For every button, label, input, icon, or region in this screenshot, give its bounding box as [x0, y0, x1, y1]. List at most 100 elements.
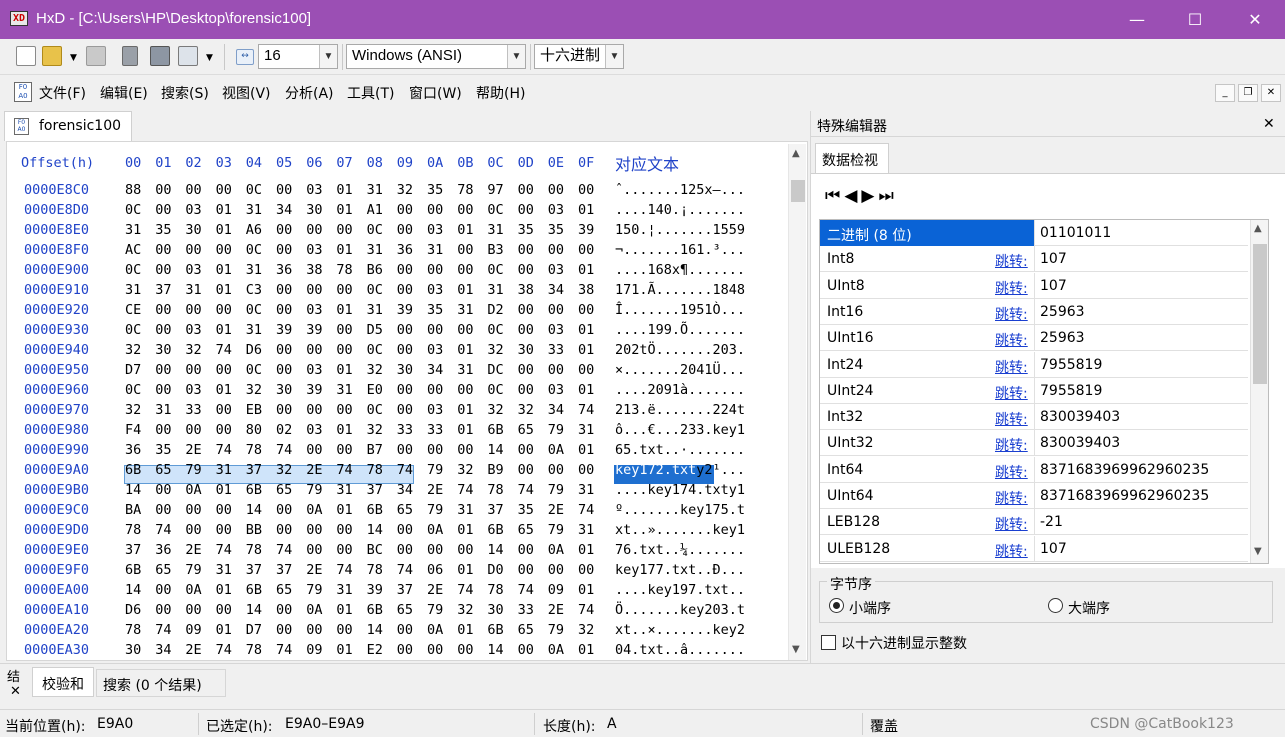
hex-byte[interactable]: 31 [246, 322, 268, 338]
hex-byte[interactable]: 01 [457, 622, 479, 638]
hex-byte[interactable]: 00 [397, 402, 419, 418]
hex-byte[interactable]: 00 [397, 642, 419, 658]
hex-byte[interactable]: 0C [487, 322, 509, 338]
hex-byte[interactable]: 09 [548, 582, 570, 598]
hex-byte[interactable]: 32 [518, 402, 540, 418]
hex-byte[interactable]: 14 [487, 642, 509, 658]
hex-byte[interactable]: 03 [548, 202, 570, 218]
hex-byte[interactable]: 00 [336, 342, 358, 358]
hex-byte[interactable]: 14 [246, 502, 268, 518]
hex-byte[interactable]: 30 [306, 202, 328, 218]
bytes-per-row-select[interactable]: 16 ▼ [258, 44, 338, 69]
hex-byte[interactable]: 00 [336, 622, 358, 638]
jump-link[interactable]: 跳转: [995, 383, 1028, 403]
hex-byte[interactable]: 00 [276, 242, 298, 258]
hex-byte[interactable]: 00 [185, 302, 207, 318]
hex-byte[interactable]: 00 [518, 462, 540, 478]
chevron-down-icon[interactable]: ▼ [319, 45, 337, 68]
hex-byte[interactable]: 00 [155, 422, 177, 438]
maximize-button[interactable]: ☐ [1166, 0, 1224, 39]
hex-byte[interactable]: 31 [487, 282, 509, 298]
hex-byte[interactable]: 79 [427, 602, 449, 618]
hex-byte[interactable]: 74 [155, 522, 177, 538]
hex-byte[interactable]: 00 [155, 482, 177, 498]
hex-byte[interactable]: AC [125, 242, 147, 258]
hex-byte[interactable]: 2E [548, 602, 570, 618]
inspector-value[interactable]: 25963 [1040, 304, 1085, 320]
tab-checksum[interactable]: 校验和 [32, 667, 94, 697]
inspector-row[interactable]: LEB128 跳转: -21 [820, 509, 1248, 536]
hex-byte[interactable]: 2E [306, 462, 328, 478]
hex-byte[interactable]: 37 [155, 282, 177, 298]
hex-byte[interactable]: 00 [276, 282, 298, 298]
inspector-row[interactable]: UInt24 跳转: 7955819 [820, 377, 1248, 404]
hex-byte[interactable]: 79 [306, 582, 328, 598]
hex-byte[interactable]: 32 [276, 462, 298, 478]
save-icon[interactable] [86, 46, 106, 66]
hex-byte[interactable]: 14 [367, 622, 389, 638]
next-icon[interactable]: ▶ [861, 186, 878, 206]
hex-byte[interactable]: 00 [306, 342, 328, 358]
hex-byte[interactable]: 32 [125, 402, 147, 418]
hex-byte[interactable]: 00 [276, 502, 298, 518]
hex-byte[interactable]: 0A [427, 622, 449, 638]
hex-byte[interactable]: 00 [155, 362, 177, 378]
hex-byte[interactable]: 00 [155, 322, 177, 338]
hex-byte[interactable]: 00 [155, 382, 177, 398]
mdi-close-button[interactable]: ✕ [1261, 84, 1281, 102]
row-text[interactable]: 76.txt..¼....... [615, 542, 745, 558]
hex-byte[interactable]: 38 [306, 262, 328, 278]
hex-byte[interactable]: 00 [518, 182, 540, 198]
chevron-down-icon[interactable]: ▼ [605, 45, 623, 68]
hex-byte[interactable]: 74 [397, 462, 419, 478]
hex-byte[interactable]: 36 [125, 442, 147, 458]
hex-byte[interactable]: 32 [578, 622, 600, 638]
tab-search-results[interactable]: 搜索 (0 个结果) [96, 669, 226, 697]
hex-byte[interactable]: BA [125, 502, 147, 518]
hex-byte[interactable]: 36 [155, 542, 177, 558]
close-button[interactable]: ✕ [1226, 0, 1284, 39]
hex-byte[interactable]: 35 [548, 222, 570, 238]
hex-byte[interactable]: 0A [548, 542, 570, 558]
hex-byte[interactable]: 6B [487, 422, 509, 438]
hex-byte[interactable]: 2E [427, 482, 449, 498]
jump-link[interactable]: 跳转: [995, 541, 1028, 561]
hex-byte[interactable]: 03 [306, 422, 328, 438]
hex-byte[interactable]: 74 [276, 442, 298, 458]
hex-byte[interactable]: 38 [518, 282, 540, 298]
row-text[interactable]: ....key174.txty1 [615, 482, 745, 498]
hex-byte[interactable]: 37 [246, 562, 268, 578]
row-text[interactable]: 202tÖ.......203. [615, 342, 745, 358]
hex-byte[interactable]: 74 [397, 562, 419, 578]
inspector-row[interactable]: Int8 跳转: 107 [820, 246, 1248, 273]
hex-byte[interactable]: 37 [487, 502, 509, 518]
hex-byte[interactable]: 31 [336, 582, 358, 598]
hex-byte[interactable]: 31 [216, 562, 238, 578]
row-text[interactable]: 213.ë.......224t [615, 402, 745, 418]
hex-byte[interactable]: 00 [548, 462, 570, 478]
hex-byte[interactable]: 00 [276, 402, 298, 418]
menu-file[interactable]: 文件(F) [39, 83, 86, 103]
hex-byte[interactable]: 32 [457, 602, 479, 618]
row-text[interactable]: º.......key175.t [615, 502, 745, 518]
row-text[interactable]: 171.Ã.......1848 [615, 282, 745, 298]
hex-byte[interactable]: D0 [487, 562, 509, 578]
menu-search[interactable]: 搜索(S) [161, 83, 209, 103]
hex-byte[interactable]: 00 [276, 362, 298, 378]
first-icon[interactable]: ⏮ [825, 186, 844, 206]
hex-byte[interactable]: 00 [397, 522, 419, 538]
hex-byte[interactable]: 0A [548, 642, 570, 658]
hex-byte[interactable]: 00 [548, 362, 570, 378]
inspector-value[interactable]: 830039403 [1040, 409, 1120, 425]
hex-byte[interactable]: 01 [336, 202, 358, 218]
inspector-row[interactable]: UInt64 跳转: 8371683969962960235 [820, 483, 1248, 509]
hex-byte[interactable]: 00 [276, 622, 298, 638]
jump-link[interactable]: 跳转: [995, 251, 1028, 271]
ram-icon[interactable] [150, 46, 170, 66]
prev-icon[interactable]: ◀ [844, 186, 861, 206]
menu-window[interactable]: 窗口(W) [409, 83, 462, 103]
row-text[interactable]: ô...€...233.key1 [615, 422, 745, 438]
options-icon[interactable] [178, 46, 198, 66]
hex-byte[interactable]: 79 [548, 482, 570, 498]
hex-byte[interactable]: 00 [457, 242, 479, 258]
